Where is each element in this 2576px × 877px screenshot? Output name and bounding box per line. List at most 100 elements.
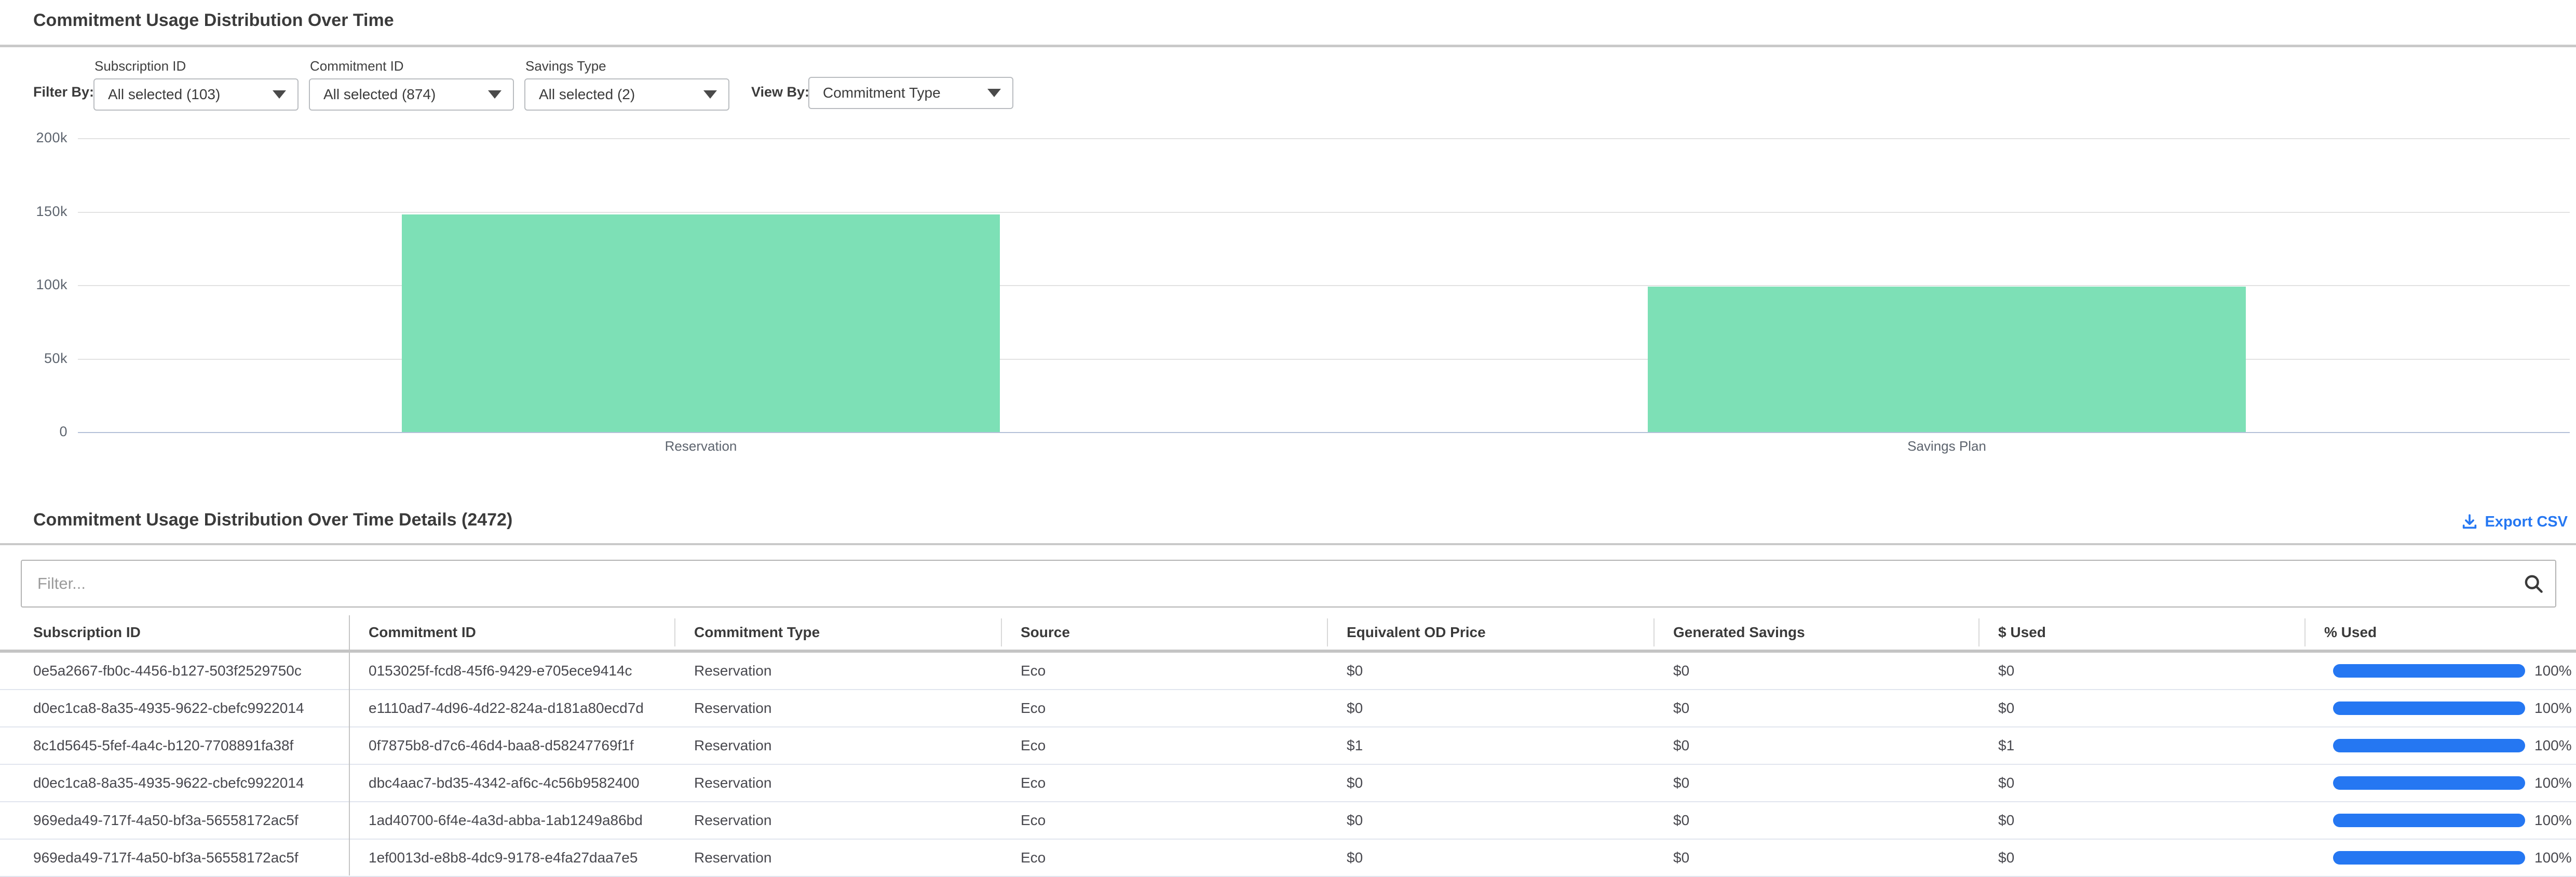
y-axis-tick-label: 150k: [5, 204, 67, 220]
subscription-id-dropdown-value: All selected (103): [108, 86, 220, 103]
view-by-dropdown-value: Commitment Type: [823, 85, 941, 101]
cell-commitment-type: Reservation: [674, 840, 1001, 876]
table-header-row: Subscription ID Commitment ID Commitment…: [0, 615, 2576, 653]
usage-progress-bar: [2333, 776, 2525, 790]
usage-percent-label: 100%: [2534, 690, 2572, 726]
column-header-commitment-id: Commitment ID: [349, 615, 674, 650]
cell-commitment-type: Reservation: [674, 727, 1001, 764]
chart-gridline: [78, 432, 2570, 433]
usage-percent-label: 100%: [2534, 765, 2572, 801]
subscription-id-dropdown[interactable]: All selected (103): [93, 78, 299, 111]
cell-commitment-type: Reservation: [674, 802, 1001, 839]
cell-pct-used: 100%: [2304, 653, 2576, 689]
cell-commitment-id: 0f7875b8-d7c6-46d4-baa8-d58247769f1f: [349, 727, 674, 764]
table-row: 969eda49-717f-4a50-bf3a-56558172ac5f 1ad…: [0, 802, 2576, 840]
usage-progress-bar: [2333, 664, 2525, 678]
y-axis-tick-label: 200k: [5, 130, 67, 146]
cell-dollar-used: $1: [1978, 727, 2304, 764]
y-axis-tick-label: 50k: [5, 350, 67, 367]
commitment-id-dropdown[interactable]: All selected (874): [309, 78, 514, 111]
cell-generated-savings: $0: [1653, 840, 1978, 876]
column-header-generated-savings: Generated Savings: [1653, 615, 1978, 650]
savings-type-dropdown-value: All selected (2): [539, 86, 635, 103]
download-icon: [2461, 513, 2478, 531]
table-row: 8c1d5645-5fef-4a4c-b120-7708891fa38f 0f7…: [0, 727, 2576, 765]
cell-dollar-used: $0: [1978, 765, 2304, 801]
commitment-id-filter-label: Commitment ID: [310, 58, 514, 74]
table-row: d0ec1ca8-8a35-4935-9622-cbefc9922014 e11…: [0, 690, 2576, 727]
column-header-equivalent-od-price: Equivalent OD Price: [1327, 615, 1653, 650]
export-csv-label: Export CSV: [2485, 514, 2568, 531]
cell-subscription-id: 969eda49-717f-4a50-bf3a-56558172ac5f: [0, 840, 349, 876]
usage-progress-bar: [2333, 814, 2525, 827]
cell-commitment-id: 1ef0013d-e8b8-4dc9-9178-e4fa27daa7e5: [349, 840, 674, 876]
cell-equivalent-od-price: $0: [1327, 840, 1653, 876]
cell-dollar-used: $0: [1978, 690, 2304, 726]
cell-commitment-type: Reservation: [674, 690, 1001, 726]
cell-dollar-used: $0: [1978, 653, 2304, 689]
cell-equivalent-od-price: $0: [1327, 765, 1653, 801]
savings-type-filter-label: Savings Type: [525, 58, 729, 74]
cell-generated-savings: $0: [1653, 802, 1978, 839]
commitment-id-dropdown-value: All selected (874): [323, 86, 436, 103]
x-axis-category-label: Savings Plan: [1791, 438, 2103, 454]
column-header-commitment-type: Commitment Type: [674, 615, 1001, 650]
cell-generated-savings: $0: [1653, 653, 1978, 689]
cell-subscription-id: d0ec1ca8-8a35-4935-9622-cbefc9922014: [0, 690, 349, 726]
view-by-dropdown[interactable]: Commitment Type: [808, 77, 1013, 109]
chart-gridline: [78, 138, 2570, 139]
y-axis-tick-label: 100k: [5, 277, 67, 293]
usage-percent-label: 100%: [2534, 653, 2572, 689]
cell-generated-savings: $0: [1653, 765, 1978, 801]
usage-progress-bar: [2333, 739, 2525, 752]
cell-pct-used: 100%: [2304, 802, 2576, 839]
cell-equivalent-od-price: $1: [1327, 727, 1653, 764]
bar-reservation: [402, 214, 1000, 432]
column-header-pct-used: % Used: [2304, 615, 2576, 650]
chevron-down-icon: [703, 90, 717, 99]
savings-type-dropdown[interactable]: All selected (2): [524, 78, 729, 111]
chevron-down-icon: [273, 90, 286, 99]
cell-subscription-id: 0e5a2667-fb0c-4456-b127-503f2529750c: [0, 653, 349, 689]
cell-equivalent-od-price: $0: [1327, 653, 1653, 689]
cell-commitment-type: Reservation: [674, 653, 1001, 689]
chart-gridline: [78, 212, 2570, 213]
cell-source: Eco: [1001, 765, 1327, 801]
cell-dollar-used: $0: [1978, 840, 2304, 876]
search-icon: [2522, 572, 2545, 598]
usage-progress-bar: [2333, 851, 2525, 865]
usage-percent-label: 100%: [2534, 802, 2572, 839]
cell-source: Eco: [1001, 653, 1327, 689]
subscription-id-filter-group: Subscription ID All selected (103): [93, 58, 299, 111]
x-axis-category-label: Reservation: [545, 438, 857, 454]
cell-pct-used: 100%: [2304, 727, 2576, 764]
details-title: Commitment Usage Distribution Over Time …: [33, 510, 512, 530]
cell-pct-used: 100%: [2304, 690, 2576, 726]
cell-commitment-type: Reservation: [674, 765, 1001, 801]
column-header-subscription-id: Subscription ID: [0, 615, 349, 650]
bar-savings-plan: [1648, 287, 2246, 432]
details-table: Subscription ID Commitment ID Commitment…: [0, 615, 2576, 877]
cell-equivalent-od-price: $0: [1327, 690, 1653, 726]
usage-percent-label: 100%: [2534, 727, 2572, 764]
chevron-down-icon: [987, 89, 1001, 97]
cell-source: Eco: [1001, 690, 1327, 726]
cell-pct-used: 100%: [2304, 840, 2576, 876]
export-csv-button[interactable]: Export CSV: [2461, 513, 2568, 531]
cell-subscription-id: 969eda49-717f-4a50-bf3a-56558172ac5f: [0, 802, 349, 839]
cell-generated-savings: $0: [1653, 690, 1978, 726]
table-row: 969eda49-717f-4a50-bf3a-56558172ac5f 1ef…: [0, 840, 2576, 877]
commitment-usage-bar-chart: 050k100k150k200kReservationSavings Plan: [0, 130, 2576, 462]
table-filter-input[interactable]: [21, 560, 2556, 608]
cell-equivalent-od-price: $0: [1327, 802, 1653, 839]
cell-commitment-id: dbc4aac7-bd35-4342-af6c-4c56b9582400: [349, 765, 674, 801]
cell-subscription-id: d0ec1ca8-8a35-4935-9622-cbefc9922014: [0, 765, 349, 801]
table-row: 0e5a2667-fb0c-4456-b127-503f2529750c 015…: [0, 653, 2576, 690]
cell-subscription-id: 8c1d5645-5fef-4a4c-b120-7708891fa38f: [0, 727, 349, 764]
cell-generated-savings: $0: [1653, 727, 1978, 764]
column-header-source: Source: [1001, 615, 1327, 650]
cell-pct-used: 100%: [2304, 765, 2576, 801]
title-divider: [0, 45, 2576, 47]
table-row: d0ec1ca8-8a35-4935-9622-cbefc9922014 dbc…: [0, 765, 2576, 802]
details-divider: [0, 543, 2576, 545]
